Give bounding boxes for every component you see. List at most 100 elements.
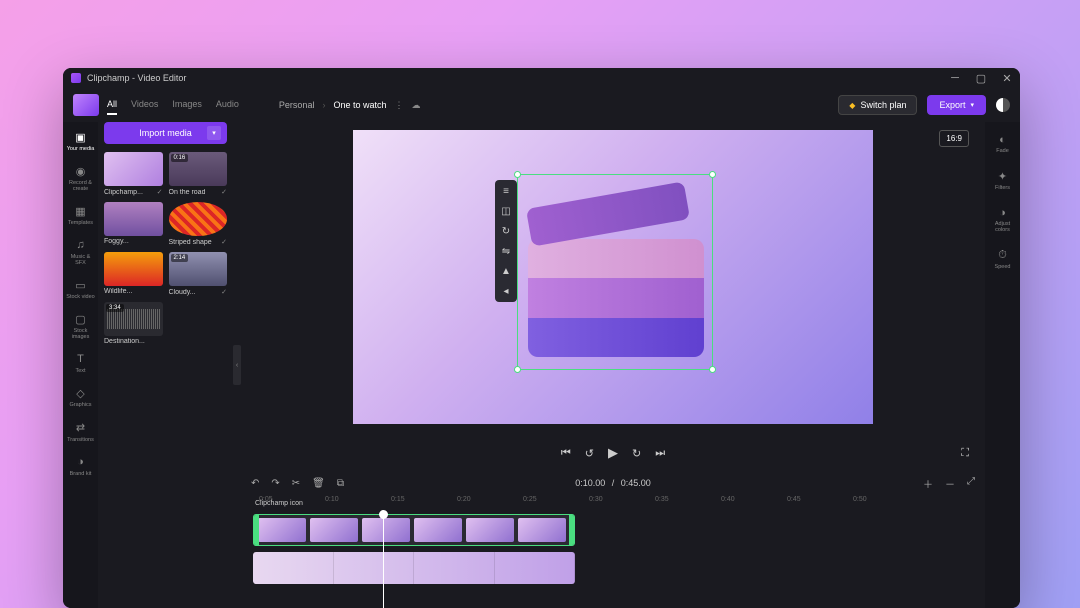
- clip-trim-right[interactable]: [569, 515, 574, 545]
- theme-toggle-icon[interactable]: [996, 98, 1010, 112]
- redo-button[interactable]: ↷: [271, 478, 279, 489]
- window-title: Clipchamp - Video Editor: [87, 73, 186, 83]
- more-icon[interactable]: ⋮: [394, 100, 403, 111]
- rail-text[interactable]: TText: [63, 346, 98, 380]
- resize-handle[interactable]: [709, 366, 716, 373]
- topbar: All Videos Images Audio Personal › One t…: [63, 88, 1020, 122]
- delete-button[interactable]: 🗑: [312, 478, 325, 489]
- app-window: Clipchamp - Video Editor ─ ▢ ✕ All Video…: [63, 68, 1020, 608]
- filters-icon: ✦: [998, 170, 1007, 183]
- chevron-down-icon[interactable]: ▾: [207, 126, 221, 140]
- breadcrumb: Personal › One to watch ⋮ ☁: [279, 100, 421, 111]
- rail-graphics[interactable]: ◇Graphics: [63, 380, 98, 414]
- media-item-clipchamp[interactable]: Clipchamp...✓: [104, 152, 163, 196]
- folder-icon: ▣: [74, 130, 88, 144]
- clipchamp-clapper-icon: [528, 195, 704, 361]
- fit-timeline-button[interactable]: ⤢: [967, 476, 975, 491]
- breadcrumb-root[interactable]: Personal: [279, 100, 315, 110]
- rail-music[interactable]: ♫Music & SFX: [63, 232, 98, 272]
- playhead[interactable]: [383, 512, 384, 608]
- clipchamp-logo: [73, 94, 99, 116]
- rail-adjust-colors[interactable]: ◑Adjust colors: [985, 199, 1020, 241]
- resize-handle[interactable]: [514, 366, 521, 373]
- chevron-right-icon: ›: [322, 100, 325, 110]
- tab-images[interactable]: Images: [172, 95, 202, 115]
- adjust-icon: ◑: [999, 207, 1006, 219]
- diamond-icon: ◆: [849, 101, 855, 110]
- media-item-striped[interactable]: Striped shape✓: [169, 202, 228, 246]
- check-icon: ✓: [221, 238, 227, 246]
- rail-your-media[interactable]: ▣Your media: [63, 124, 98, 158]
- zoom-out-button[interactable]: －: [945, 476, 955, 491]
- shapes-icon: ◇: [74, 386, 88, 400]
- fade-icon: ◐: [999, 134, 1006, 146]
- maximize-button[interactable]: ▢: [976, 73, 986, 83]
- timecode: 0:10.00 / 0:45.00: [575, 478, 651, 488]
- transitions-icon: ⇄: [74, 421, 88, 435]
- import-media-button[interactable]: Import media ▾: [104, 122, 227, 144]
- breadcrumb-current[interactable]: One to watch: [333, 100, 386, 110]
- rail-templates[interactable]: ▦Templates: [63, 198, 98, 232]
- selection-box[interactable]: [517, 174, 713, 370]
- forward-button[interactable]: ↻: [632, 447, 641, 460]
- export-button[interactable]: Export ▾: [927, 95, 986, 115]
- aspect-ratio-button[interactable]: 16:9: [939, 130, 969, 147]
- app-icon: [71, 73, 81, 83]
- media-tabs: All Videos Images Audio: [107, 95, 239, 115]
- clip-trim-left[interactable]: [254, 515, 259, 545]
- rail-stock-images[interactable]: ▢Stock images: [63, 306, 98, 346]
- rewind-button[interactable]: ↺: [585, 447, 594, 460]
- crop-icon[interactable]: ◫: [499, 204, 513, 218]
- rail-record[interactable]: ◉Record & create: [63, 158, 98, 198]
- image-icon: ▢: [74, 312, 88, 326]
- media-item-destination[interactable]: 3:34Destination...: [104, 302, 163, 345]
- switch-plan-button[interactable]: ◆ Switch plan: [838, 95, 917, 115]
- rail-brand-kit[interactable]: ◑Brand kit: [63, 449, 98, 483]
- media-item-road[interactable]: 0:16On the road✓: [169, 152, 228, 196]
- resize-handle[interactable]: [709, 171, 716, 178]
- media-panel: Import media ▾ Clipchamp...✓ 0:16On the …: [98, 122, 233, 608]
- templates-icon: ▦: [74, 204, 88, 218]
- rail-filters[interactable]: ✦Filters: [985, 162, 1020, 199]
- rail-fade[interactable]: ◐Fade: [985, 126, 1020, 162]
- split-button[interactable]: ✂: [292, 478, 300, 489]
- clip-label: Clipchamp icon: [255, 500, 303, 507]
- fullscreen-button[interactable]: ⛶: [961, 447, 969, 460]
- media-item-foggy[interactable]: Foggy...: [104, 202, 163, 246]
- preview-canvas[interactable]: ≡ ◫ ↻ ⇋ ▲ ◂: [353, 130, 873, 424]
- tab-all[interactable]: All: [107, 95, 117, 115]
- zoom-in-button[interactable]: ＋: [923, 476, 933, 491]
- rail-stock-video[interactable]: ▭Stock video: [63, 272, 98, 306]
- skip-start-button[interactable]: ⏮: [561, 447, 571, 460]
- play-button[interactable]: ▶: [608, 445, 618, 461]
- undo-button[interactable]: ↶: [251, 478, 259, 489]
- media-item-wildlife[interactable]: Wildlife...: [104, 252, 163, 296]
- rotate-icon[interactable]: ↻: [499, 224, 513, 238]
- rail-transitions[interactable]: ⇄Transitions: [63, 415, 98, 449]
- rail-speed[interactable]: ⏱Speed: [985, 241, 1020, 278]
- background-clip[interactable]: [253, 552, 575, 584]
- timeline-ruler[interactable]: 0:05 0:10 0:15 0:20 0:25 0:30 0:35 0:40 …: [251, 496, 975, 510]
- collapse-panel-button[interactable]: ‹: [233, 345, 241, 385]
- tab-videos[interactable]: Videos: [131, 95, 158, 115]
- duplicate-button[interactable]: ⧉: [337, 478, 344, 489]
- video-clip[interactable]: [253, 514, 575, 546]
- tab-audio[interactable]: Audio: [216, 95, 239, 115]
- media-item-cloudy[interactable]: 2:14Cloudy...✓: [169, 252, 228, 296]
- close-button[interactable]: ✕: [1002, 73, 1012, 83]
- pip-icon[interactable]: ▲: [499, 264, 513, 278]
- cloud-sync-icon[interactable]: ☁: [411, 100, 420, 111]
- right-rail: ◐Fade ✦Filters ◑Adjust colors ⏱Speed: [985, 122, 1020, 608]
- resize-handle[interactable]: [514, 171, 521, 178]
- preview-canvas-area: 16:9 ≡ ◫ ↻ ⇋ ▲ ◂: [241, 122, 985, 438]
- layers-icon[interactable]: ≡: [499, 184, 513, 198]
- fit-icon[interactable]: ◂: [499, 284, 513, 298]
- chevron-down-icon: ▾: [970, 101, 974, 109]
- minimize-button[interactable]: ─: [950, 73, 960, 83]
- flip-icon[interactable]: ⇋: [499, 244, 513, 258]
- playback-controls: ⏮ ↺ ▶ ↻ ⏭ ⛶: [241, 438, 985, 468]
- palette-icon: ◑: [74, 455, 88, 469]
- skip-end-button[interactable]: ⏭: [655, 447, 665, 460]
- canvas-toolbar: ≡ ◫ ↻ ⇋ ▲ ◂: [495, 180, 517, 302]
- camera-icon: ◉: [74, 164, 88, 178]
